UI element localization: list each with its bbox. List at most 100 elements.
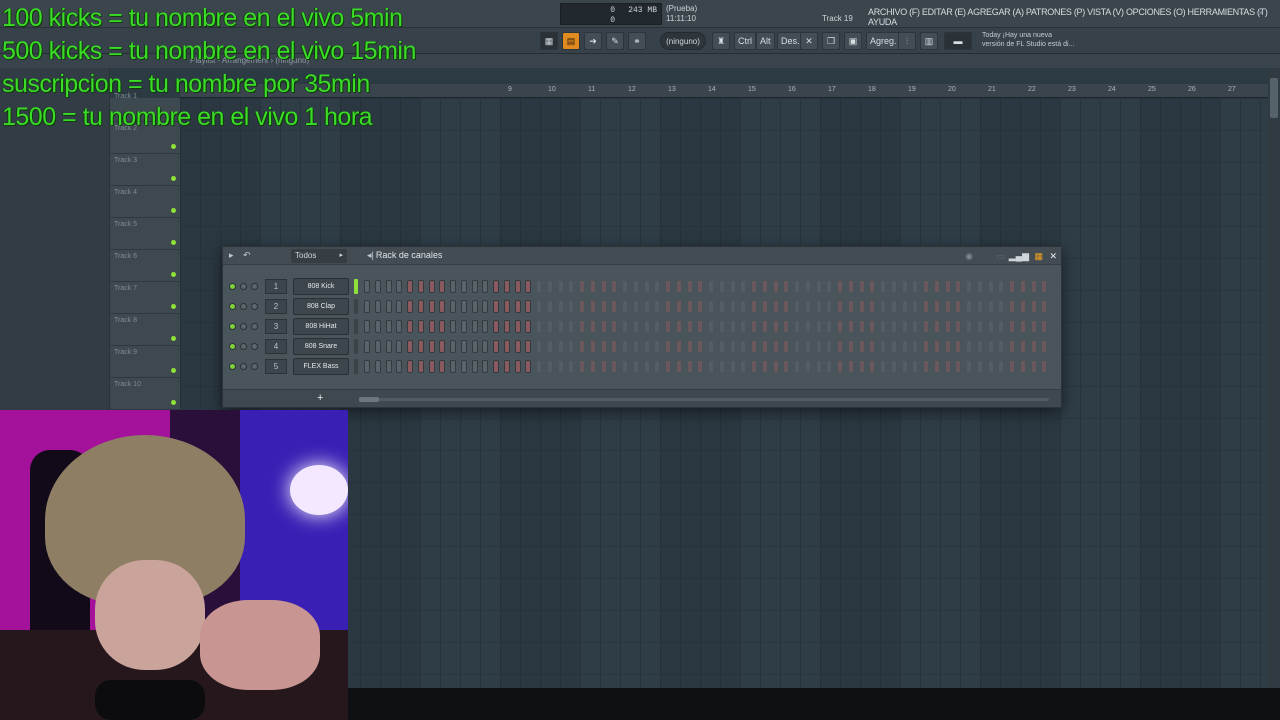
- step-button[interactable]: [493, 340, 499, 353]
- mute-led[interactable]: [229, 323, 236, 330]
- step-button[interactable]: [557, 280, 564, 293]
- step-button[interactable]: [794, 320, 800, 333]
- step-button[interactable]: [579, 340, 585, 353]
- step-button[interactable]: [643, 320, 650, 333]
- step-button[interactable]: [740, 360, 747, 373]
- step-button[interactable]: [804, 320, 811, 333]
- step-button[interactable]: [794, 280, 800, 293]
- step-button[interactable]: [632, 280, 639, 293]
- step-button[interactable]: [665, 340, 671, 353]
- step-button[interactable]: [858, 280, 865, 293]
- step-button[interactable]: [525, 340, 532, 353]
- step-button[interactable]: [858, 300, 865, 313]
- step-button[interactable]: [837, 320, 843, 333]
- volume-knob[interactable]: [251, 323, 258, 330]
- mixer-track-number[interactable]: 5: [265, 359, 287, 374]
- step-button[interactable]: [536, 280, 542, 293]
- step-button[interactable]: [998, 340, 1005, 353]
- track-header[interactable]: Track 6: [110, 250, 180, 282]
- channel-name-button[interactable]: 808 HiHat: [293, 318, 349, 335]
- step-button[interactable]: [654, 340, 661, 353]
- step-button[interactable]: [987, 280, 994, 293]
- step-button[interactable]: [912, 340, 919, 353]
- step-button[interactable]: [450, 360, 456, 373]
- step-button[interactable]: [1041, 340, 1048, 353]
- step-button[interactable]: [675, 360, 682, 373]
- step-button[interactable]: [708, 360, 714, 373]
- step-button[interactable]: [589, 340, 596, 353]
- step-button[interactable]: [589, 280, 596, 293]
- step-button[interactable]: [471, 280, 478, 293]
- track-mute-led[interactable]: [171, 208, 176, 213]
- track-mute-led[interactable]: [171, 368, 176, 373]
- step-button[interactable]: [374, 360, 381, 373]
- step-button[interactable]: [579, 320, 585, 333]
- step-button[interactable]: [396, 320, 403, 333]
- step-button[interactable]: [826, 340, 833, 353]
- step-button[interactable]: [557, 320, 564, 333]
- step-button[interactable]: [1019, 360, 1026, 373]
- step-button[interactable]: [417, 340, 424, 353]
- add-channel-button[interactable]: +: [317, 392, 323, 404]
- step-button[interactable]: [417, 360, 424, 373]
- step-button[interactable]: [998, 360, 1005, 373]
- step-button[interactable]: [697, 300, 704, 313]
- graph-editor-icon[interactable]: ▂▄▆: [1009, 249, 1029, 263]
- step-button[interactable]: [675, 340, 682, 353]
- step-button[interactable]: [482, 340, 489, 353]
- step-button[interactable]: [1019, 280, 1026, 293]
- playlist-icon[interactable]: ▤: [562, 32, 580, 50]
- step-button[interactable]: [955, 320, 962, 333]
- step-button[interactable]: [955, 300, 962, 313]
- step-button[interactable]: [600, 340, 607, 353]
- mixer-icon[interactable]: ⫶: [898, 32, 916, 50]
- step-button[interactable]: [686, 320, 693, 333]
- arrow-right-icon[interactable]: ➜: [584, 32, 602, 50]
- step-button[interactable]: [933, 280, 940, 293]
- step-button[interactable]: [966, 340, 972, 353]
- track-mute-led[interactable]: [171, 400, 176, 405]
- step-button[interactable]: [718, 340, 725, 353]
- step-button[interactable]: [439, 300, 446, 313]
- step-button[interactable]: [890, 280, 897, 293]
- mute-led[interactable]: [229, 343, 236, 350]
- step-button[interactable]: [568, 360, 575, 373]
- step-button[interactable]: [708, 340, 714, 353]
- track-header[interactable]: Track 8: [110, 314, 180, 346]
- step-button[interactable]: [557, 300, 564, 313]
- step-button[interactable]: [751, 300, 757, 313]
- step-button[interactable]: [890, 360, 897, 373]
- step-button[interactable]: [761, 300, 768, 313]
- step-button[interactable]: [600, 320, 607, 333]
- step-button[interactable]: [869, 360, 876, 373]
- step-button[interactable]: [772, 360, 779, 373]
- step-button[interactable]: [417, 280, 424, 293]
- step-button[interactable]: [675, 280, 682, 293]
- step-button[interactable]: [1009, 360, 1015, 373]
- step-button[interactable]: [364, 340, 370, 353]
- step-button[interactable]: [826, 360, 833, 373]
- step-button[interactable]: [536, 360, 542, 373]
- step-button[interactable]: [364, 360, 370, 373]
- step-button[interactable]: [514, 360, 521, 373]
- step-button[interactable]: [396, 360, 403, 373]
- step-button[interactable]: [1030, 280, 1037, 293]
- step-button[interactable]: [385, 320, 392, 333]
- step-button[interactable]: [665, 300, 671, 313]
- mixer-track-number[interactable]: 2: [265, 299, 287, 314]
- step-button[interactable]: [933, 340, 940, 353]
- step-button[interactable]: [439, 360, 446, 373]
- step-button[interactable]: [718, 360, 725, 373]
- step-button[interactable]: [869, 340, 876, 353]
- step-button[interactable]: [923, 300, 929, 313]
- step-button[interactable]: [493, 280, 499, 293]
- step-button[interactable]: [589, 320, 596, 333]
- step-button[interactable]: [428, 300, 435, 313]
- step-button[interactable]: [923, 320, 929, 333]
- step-button[interactable]: [783, 280, 790, 293]
- channel-name-button[interactable]: 808 Snare: [293, 338, 349, 355]
- channel-select-indicator[interactable]: [354, 299, 358, 314]
- step-button[interactable]: [536, 320, 542, 333]
- step-button[interactable]: [374, 300, 381, 313]
- mute-led[interactable]: [229, 303, 236, 310]
